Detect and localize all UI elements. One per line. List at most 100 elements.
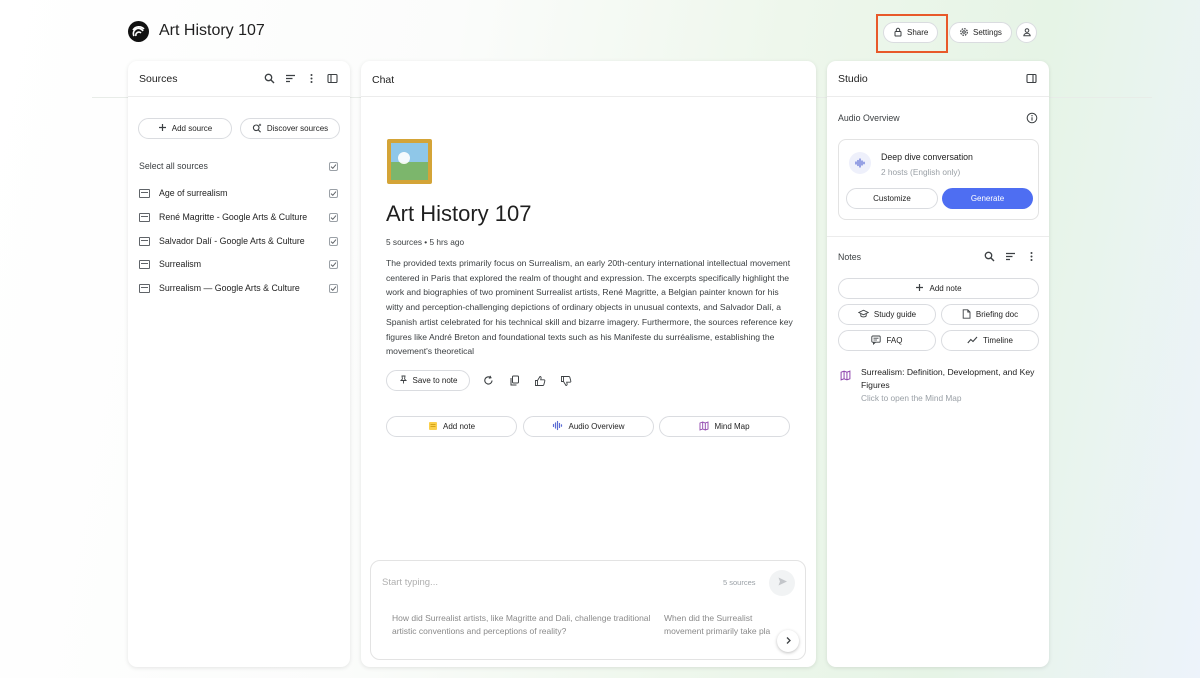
settings-label: Settings: [973, 28, 1002, 37]
source-item-label: René Magritte - Google Arts & Culture: [159, 212, 308, 222]
audio-overview-card: Deep dive conversation 2 hosts (English …: [838, 139, 1039, 220]
sort-icon[interactable]: [1004, 250, 1017, 263]
chevron-right-icon: [784, 632, 793, 650]
suggestions-next-button[interactable]: [777, 630, 799, 652]
select-all-label: Select all sources: [139, 161, 208, 171]
copy-icon[interactable]: [507, 373, 522, 388]
account-button[interactable]: [1016, 22, 1037, 43]
source-doc-icon: [139, 189, 150, 198]
suggested-question[interactable]: When did the Surrealist movement primari…: [664, 612, 784, 638]
share-button[interactable]: Share: [883, 22, 939, 43]
source-doc-icon: [139, 237, 150, 246]
source-doc-icon: [139, 284, 150, 293]
share-label: Share: [907, 28, 929, 37]
sources-panel: Sources Add source Discover sources Sele…: [128, 61, 350, 667]
chat-composer: 5 sources How did Surrealist artists, li…: [370, 560, 806, 660]
person-icon: [1022, 24, 1032, 42]
refresh-icon[interactable]: [481, 373, 496, 388]
faq-label: FAQ: [886, 336, 903, 345]
note-icon: [428, 421, 438, 433]
top-bar: Art History 107 Share Settings: [0, 0, 1200, 60]
mind-map-chip-label: Mind Map: [714, 422, 750, 431]
audio-card-subtitle: 2 hosts (English only): [881, 167, 961, 177]
search-icon[interactable]: [983, 250, 996, 263]
add-note-chip[interactable]: Add note: [386, 416, 517, 437]
source-item[interactable]: Surrealism: [138, 257, 343, 273]
source-checkbox[interactable]: [329, 189, 338, 198]
generate-button[interactable]: Generate: [942, 188, 1033, 209]
framed-picture-icon: [387, 139, 432, 184]
search-icon[interactable]: [263, 72, 276, 85]
studio-title: Studio: [838, 73, 868, 85]
settings-button[interactable]: Settings: [949, 22, 1012, 43]
faq-button[interactable]: FAQ: [838, 330, 936, 351]
source-checkbox[interactable]: [329, 284, 338, 293]
more-vert-icon[interactable]: [305, 72, 318, 85]
studio-divider: [827, 236, 1049, 237]
pin-icon: [399, 375, 408, 386]
discover-icon: [252, 123, 262, 135]
sidebar-icon[interactable]: [1025, 72, 1038, 85]
waveform-icon: [849, 152, 871, 174]
source-item-label: Age of surrealism: [159, 188, 228, 198]
audio-overview-chip[interactable]: Audio Overview: [523, 416, 654, 437]
plus-icon: [915, 283, 924, 294]
save-to-note-label: Save to note: [412, 376, 458, 385]
chat-header: Chat: [361, 61, 816, 97]
mind-map-chip[interactable]: Mind Map: [659, 416, 790, 437]
thumbs-up-icon[interactable]: [532, 373, 547, 388]
source-item-label: Surrealism — Google Arts & Culture: [159, 283, 300, 293]
timeline-button[interactable]: Timeline: [941, 330, 1039, 351]
mind-map-icon: [840, 368, 851, 386]
source-count-label: 5 sources: [723, 578, 756, 587]
save-to-note-button[interactable]: Save to note: [386, 370, 470, 391]
source-item[interactable]: Age of surrealism: [138, 186, 343, 202]
note-item-title: Surrealism: Definition, Development, and…: [861, 367, 1035, 390]
timeline-label: Timeline: [983, 336, 1013, 345]
source-checkbox[interactable]: [329, 237, 338, 246]
chat-panel: Chat Art History 107 5 sources • 5 hrs a…: [361, 61, 816, 667]
chat-input[interactable]: [382, 577, 642, 588]
timeline-icon: [967, 335, 978, 347]
source-checkbox[interactable]: [329, 260, 338, 269]
customize-button[interactable]: Customize: [846, 188, 938, 209]
gear-icon: [959, 27, 969, 39]
source-item[interactable]: Surrealism — Google Arts & Culture: [138, 281, 343, 297]
studio-panel: Studio Audio Overview Deep dive conversa…: [827, 61, 1049, 667]
notebook-logo-icon[interactable]: [128, 21, 149, 42]
select-all-row[interactable]: Select all sources: [139, 160, 344, 174]
source-item-label: Salvador Dalí - Google Arts & Culture: [159, 236, 305, 246]
source-item[interactable]: René Magritte - Google Arts & Culture: [138, 210, 343, 226]
add-note-button[interactable]: Add note: [838, 278, 1039, 299]
source-item[interactable]: Salvador Dalí - Google Arts & Culture: [138, 234, 343, 250]
notebook-title[interactable]: Art History 107: [159, 22, 265, 40]
sidebar-icon[interactable]: [326, 72, 339, 85]
add-note-chip-label: Add note: [442, 422, 476, 431]
source-doc-icon: [139, 213, 150, 222]
notebook-meta: 5 sources • 5 hrs ago: [386, 237, 465, 247]
briefing-doc-button[interactable]: Briefing doc: [941, 304, 1039, 325]
discover-sources-label: Discover sources: [266, 124, 329, 133]
add-source-label: Add source: [171, 124, 213, 133]
notes-label: Notes: [838, 252, 861, 262]
thumbs-down-icon[interactable]: [558, 373, 573, 388]
sort-icon[interactable]: [284, 72, 297, 85]
notebook-summary: The provided texts primarily focus on Su…: [386, 258, 793, 357]
chat-title: Chat: [372, 74, 395, 86]
audio-card-title: Deep dive conversation: [881, 152, 973, 162]
notebook-heading: Art History 107: [386, 201, 532, 226]
suggested-question[interactable]: How did Surrealist artists, like Magritt…: [392, 612, 652, 638]
lock-icon: [893, 27, 903, 39]
more-vert-icon[interactable]: [1025, 250, 1038, 263]
send-button[interactable]: [769, 570, 795, 596]
study-guide-button[interactable]: Study guide: [838, 304, 936, 325]
send-icon: [777, 574, 788, 592]
source-checkbox[interactable]: [329, 213, 338, 222]
select-all-checkbox[interactable]: [329, 162, 338, 171]
add-source-button[interactable]: Add source: [138, 118, 232, 139]
sources-title: Sources: [139, 73, 178, 85]
note-item-subtitle: Click to open the Mind Map: [861, 393, 962, 403]
info-icon[interactable]: [1025, 111, 1038, 124]
audio-overview-label: Audio Overview: [838, 113, 900, 123]
discover-sources-button[interactable]: Discover sources: [240, 118, 340, 139]
